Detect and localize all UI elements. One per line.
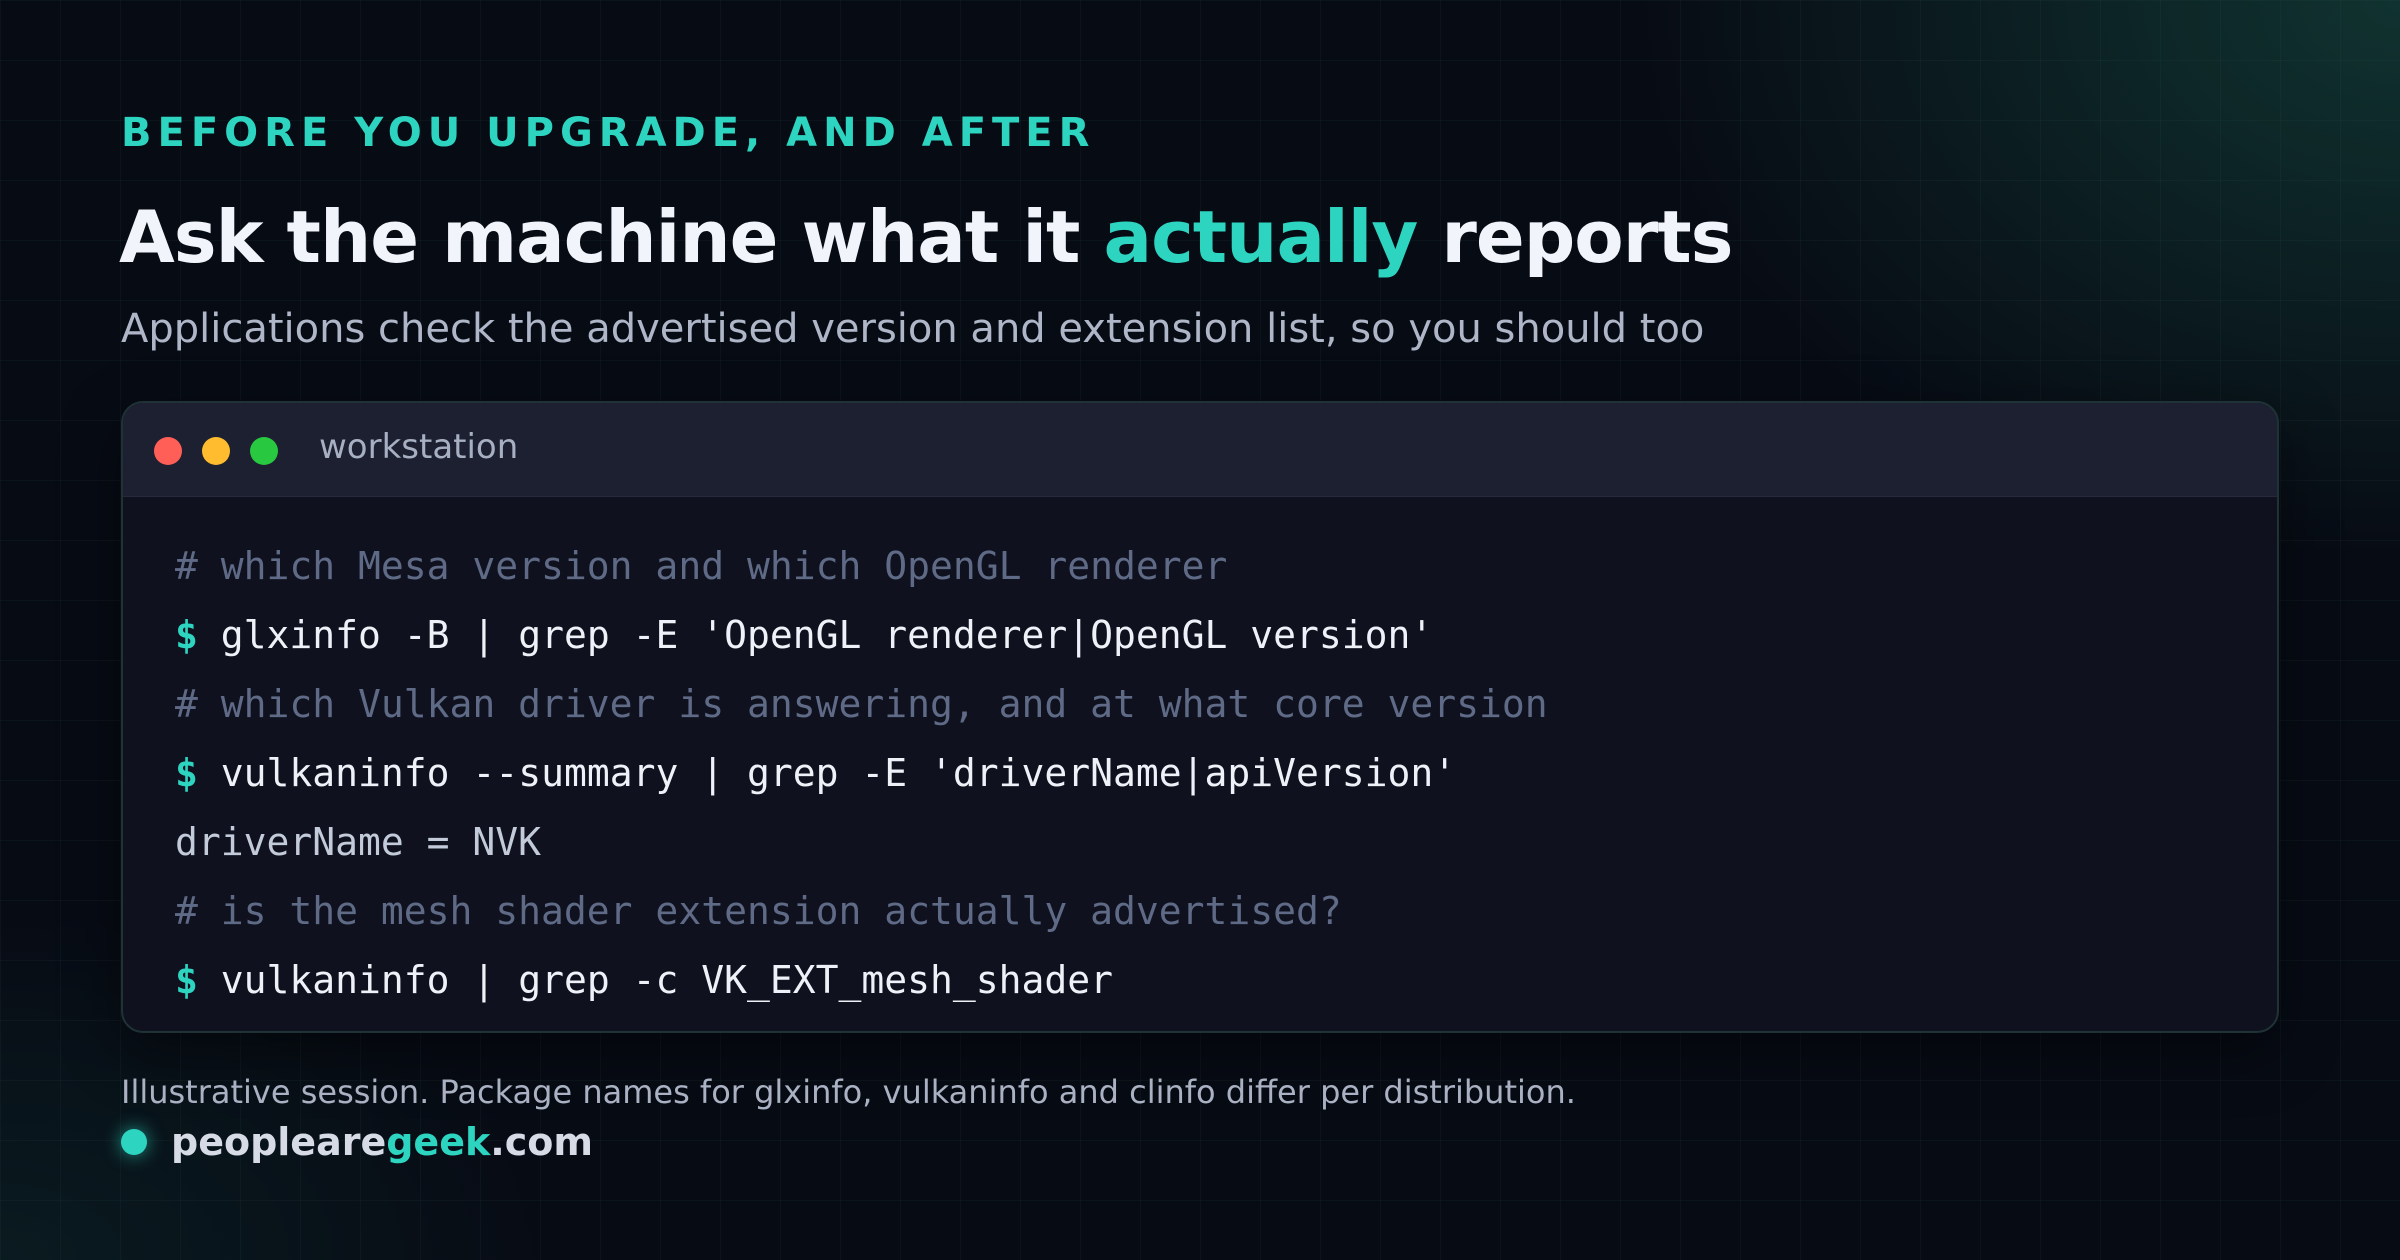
terminal-line-text: driverName = NVK (175, 820, 542, 864)
prompt-symbol: $ (175, 958, 198, 1002)
title-text-start: Ask the machine what it (119, 195, 1104, 279)
terminal-line-text: # is the mesh shader extension actually … (175, 889, 1342, 933)
terminal-comment-line: # is the mesh shader extension actually … (175, 877, 2257, 946)
page-subtitle: Applications check the advertised versio… (121, 306, 1705, 352)
brand-name-start: peopleare (171, 1120, 387, 1164)
maximize-window-dot-icon[interactable] (250, 437, 278, 465)
terminal-line-text: # which Vulkan driver is answering, and … (175, 682, 1548, 726)
terminal-line-text: vulkaninfo --summary | grep -E 'driverNa… (220, 751, 1457, 795)
terminal-line-text: glxinfo -B | grep -E 'OpenGL renderer|Op… (220, 613, 1434, 657)
title-accent-word: actually (1103, 195, 1419, 279)
terminal-line-text: vulkaninfo | grep -c VK_EXT_mesh_shader (220, 958, 1114, 1002)
terminal-titlebar: workstation (123, 403, 2277, 497)
brand-name-accent: geek (386, 1120, 491, 1164)
brand: peoplearegeek.com (121, 1116, 593, 1168)
terminal-command-line: $ vulkaninfo | grep -c VK_EXT_mesh_shade… (175, 946, 2257, 1015)
brand-name-end: .com (490, 1120, 593, 1164)
brand-dot-icon (121, 1129, 147, 1155)
terminal-line-text: # which Mesa version and which OpenGL re… (175, 544, 1228, 588)
title-text-end: reports (1417, 195, 1733, 279)
minimize-window-dot-icon[interactable] (202, 437, 230, 465)
close-window-dot-icon[interactable] (154, 437, 182, 465)
prompt-symbol: $ (175, 751, 198, 795)
prompt-symbol: $ (175, 613, 198, 657)
terminal-output-line: driverName = NVK (175, 808, 2257, 877)
terminal-window: workstation # which Mesa version and whi… (121, 401, 2279, 1033)
terminal-comment-line: # which Mesa version and which OpenGL re… (175, 532, 2257, 601)
terminal-window-title: workstation (319, 427, 519, 467)
eyebrow-label: BEFORE YOU UPGRADE, AND AFTER (121, 110, 1096, 156)
page-title: Ask the machine what it actually reports (119, 195, 1734, 279)
brand-name: peoplearegeek.com (171, 1120, 593, 1164)
footnote: Illustrative session. Package names for … (121, 1073, 1576, 1111)
terminal-command-line: $ vulkaninfo --summary | grep -E 'driver… (175, 739, 2257, 808)
terminal-command-line: $ glxinfo -B | grep -E 'OpenGL renderer|… (175, 601, 2257, 670)
terminal-comment-line: # which Vulkan driver is answering, and … (175, 670, 2257, 739)
terminal-body: # which Mesa version and which OpenGL re… (175, 532, 2257, 1015)
